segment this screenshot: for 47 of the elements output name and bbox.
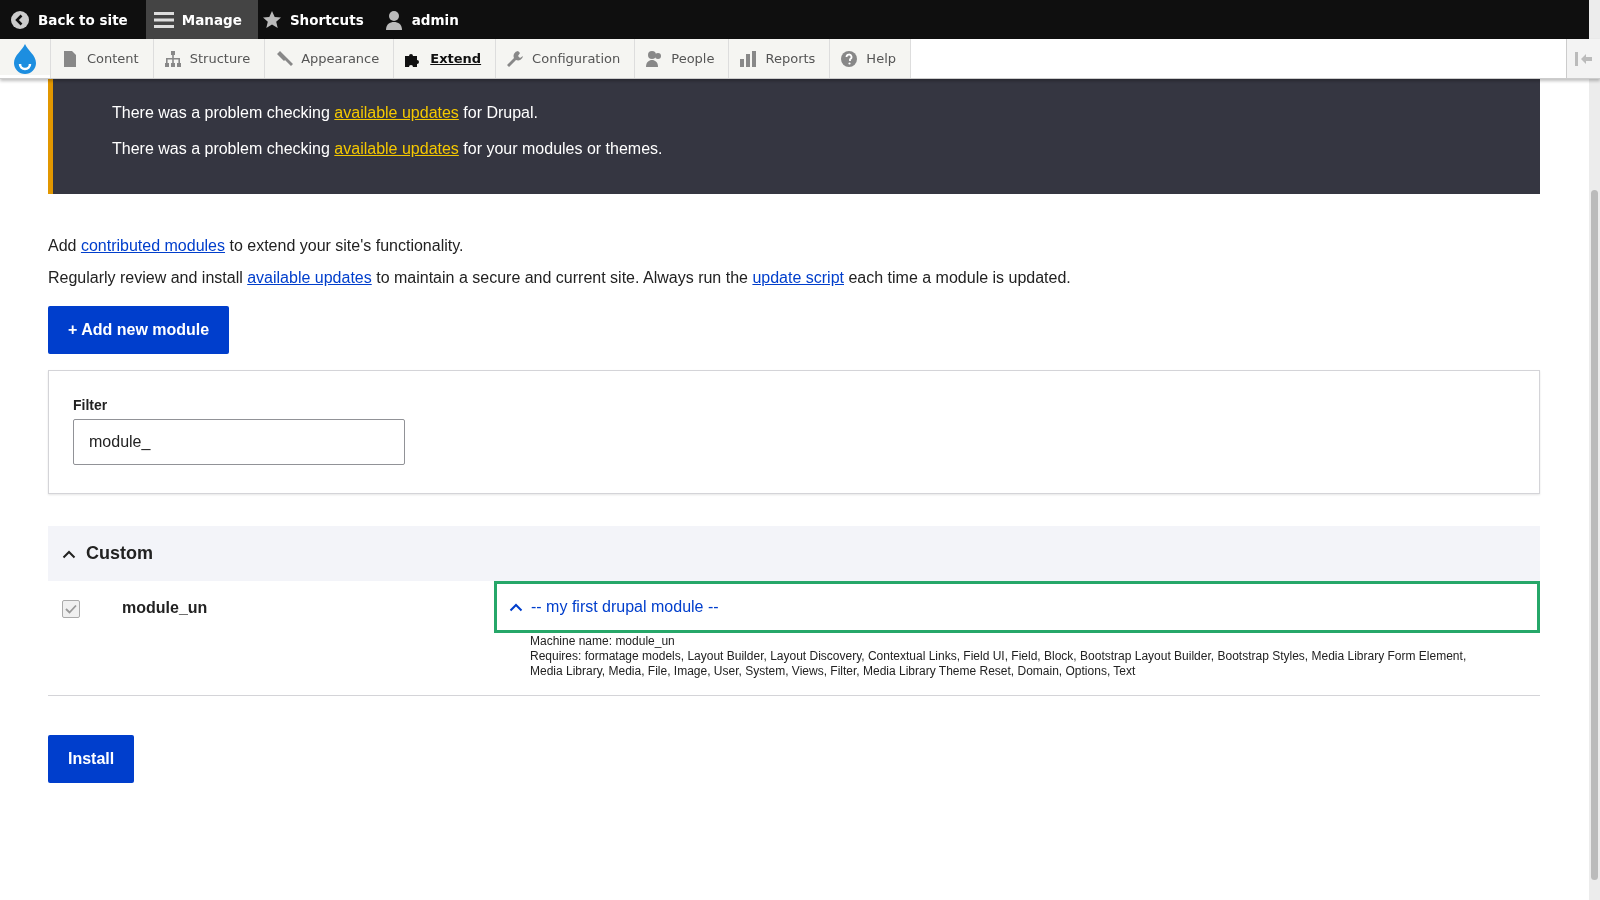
toolbar-item[interactable]: Shortcuts <box>259 0 380 39</box>
people-icon <box>645 49 664 68</box>
filter-field[interactable]: module_ <box>73 419 405 465</box>
star-icon <box>261 9 282 30</box>
menu-icon <box>153 10 174 29</box>
menu-tab[interactable]: Extend <box>393 39 496 78</box>
user-icon <box>383 9 404 30</box>
menu-tab[interactable]: People <box>634 39 729 78</box>
machine-name-text: Machine name: module_un <box>530 634 676 649</box>
drop-logo-icon[interactable] <box>0 39 50 75</box>
toolbar-item[interactable]: Back to site <box>8 0 144 39</box>
hierarchy-icon <box>163 49 182 68</box>
add-module-button[interactable]: + Add new module <box>48 306 230 354</box>
text-link[interactable]: contributed modules <box>80 237 225 254</box>
filter-label: Filter <box>73 397 108 413</box>
chevron-icon <box>62 548 76 559</box>
help-text: Add contributed modules to extend your site's functionality. <box>48 237 465 255</box>
menu-tab[interactable]: Structure <box>152 39 265 78</box>
back-icon <box>10 9 30 30</box>
updates-link[interactable]: available updates <box>334 104 459 121</box>
text-link[interactable]: available updates <box>247 269 372 286</box>
chevron-icon <box>509 602 523 612</box>
hammer-icon <box>275 49 294 68</box>
warning-text: There was a problem checking available updates for your modules or themes. <box>112 140 664 158</box>
page-icon <box>61 49 79 68</box>
toolbar-item[interactable]: Manage <box>145 0 258 39</box>
check-icon <box>65 604 77 614</box>
scrollbar[interactable] <box>1589 0 1600 900</box>
section-header[interactable]: Custom <box>48 526 1540 581</box>
module-name: module_un <box>122 598 209 617</box>
requires-text: Requires: formatage models, Layout Builder, Layout Discovery, Contextual Links, Field UI, Field, Block, Bootstrap Layout Builder, Bootstrap Styles, Media Library Form Element, Media Library, Media, File, Image, User, System, Views, Filter, Media Library Theme Reset, Domain, Options, Text <box>530 649 1468 679</box>
toolbar-item[interactable]: admin <box>381 0 475 39</box>
text-link[interactable]: update script <box>752 269 844 286</box>
menu-tab[interactable]: Reports <box>728 39 830 78</box>
updates-link[interactable]: available updates <box>334 140 459 157</box>
help-text: Regularly review and install available updates to maintain a secure and current site. Always run the update script each time a module is updated. <box>48 269 1072 287</box>
menu-tab[interactable]: Appearance <box>264 39 394 78</box>
menu-tab[interactable]: Configuration <box>495 39 635 78</box>
wrench-icon <box>506 49 525 68</box>
collapse-sidebar-button[interactable] <box>1566 39 1600 78</box>
menu-tab[interactable]: Help <box>829 39 911 78</box>
bar-chart-icon <box>739 49 758 68</box>
warning-text: There was a problem checking available updates for Drupal. <box>112 104 539 122</box>
help-icon <box>840 49 859 68</box>
menu-tab[interactable]: Content <box>50 39 153 78</box>
install-button[interactable]: Install <box>48 735 135 783</box>
collapse-icon <box>1573 50 1594 67</box>
